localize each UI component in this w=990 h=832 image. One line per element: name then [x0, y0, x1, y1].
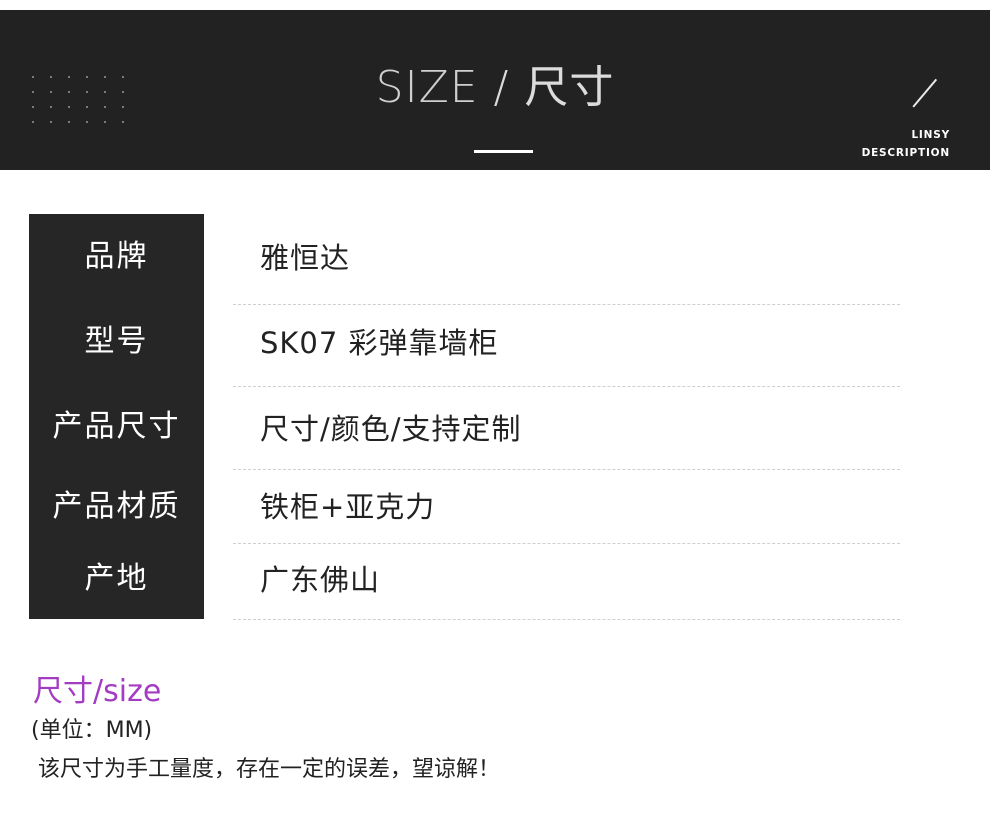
- measurement-disclaimer: 该尺寸为手工量度，存在一定的误差，望谅解！: [38, 757, 501, 782]
- size-section-heading: 尺寸/size: [33, 674, 162, 709]
- header-banner: SIZE / 尺寸 LINSY DESCRIPTION: [0, 10, 990, 170]
- spec-value-model: SK07 彩弹靠墙柜: [260, 326, 499, 360]
- row-divider: [233, 304, 900, 305]
- row-divider: [233, 543, 900, 544]
- spec-value-material: 铁柜+亚克力: [260, 490, 436, 524]
- spec-label-column: 品牌 型号 产品尺寸 产品材质 产地: [29, 214, 204, 619]
- spec-label-model: 型号: [84, 324, 149, 359]
- banner-title: SIZE / 尺寸: [0, 62, 990, 114]
- row-divider: [233, 386, 900, 387]
- spec-value-size: 尺寸/颜色/支持定制: [260, 412, 522, 446]
- banner-title-separator: /: [478, 62, 525, 113]
- unit-note: (单位：MM): [31, 718, 153, 743]
- brand-line-description: DESCRIPTION: [861, 147, 950, 159]
- spec-value-brand: 雅恒达: [260, 241, 351, 275]
- spec-label-size: 产品尺寸: [52, 409, 181, 444]
- banner-title-en: SIZE: [375, 62, 479, 113]
- row-divider: [233, 619, 900, 620]
- spec-label-material: 产品材质: [52, 489, 181, 524]
- title-underline: [474, 150, 533, 153]
- brand-description: LINSY DESCRIPTION: [862, 126, 950, 162]
- spec-value-origin: 广东佛山: [260, 563, 381, 597]
- brand-line-linsy: LINSY: [911, 129, 950, 141]
- banner-title-cn: 尺寸: [524, 62, 615, 113]
- spec-label-brand: 品牌: [84, 239, 149, 274]
- row-divider: [233, 469, 900, 470]
- spec-label-origin: 产地: [84, 561, 149, 596]
